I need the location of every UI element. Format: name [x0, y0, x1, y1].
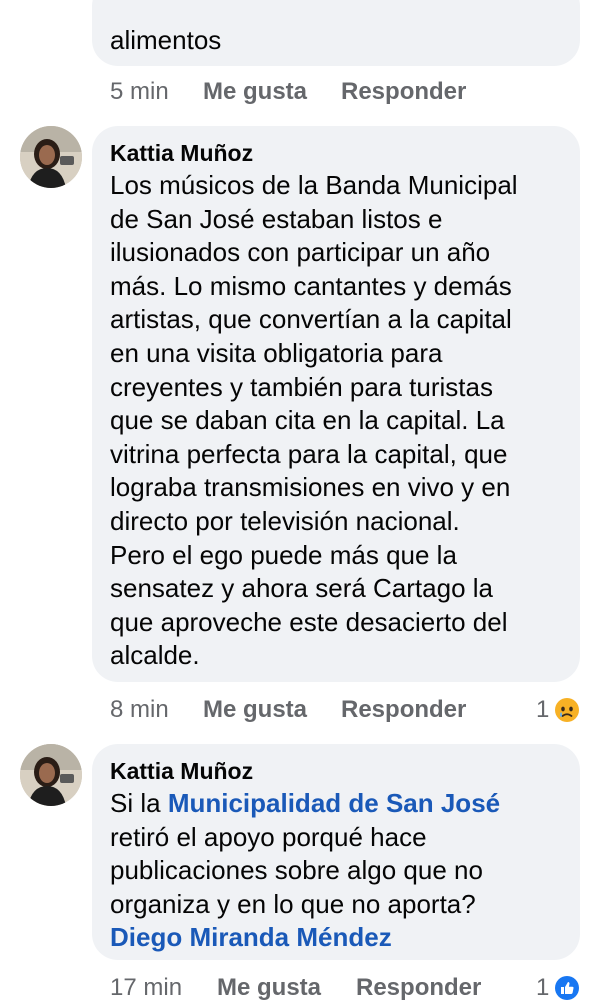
comment-text-line: que aproveche este desacierto del	[110, 606, 508, 637]
reaction-count: 1	[536, 696, 550, 723]
avatar-photo-icon	[20, 744, 82, 806]
comment-time[interactable]: 8 min	[110, 695, 169, 725]
comment-text-line: de San José estaban listos e	[110, 203, 443, 234]
reaction-summary[interactable]: 1	[536, 973, 582, 1003]
comment-time[interactable]: 17 min	[110, 973, 182, 1003]
comment-text-line: lograba transmisiones en vivo y en	[110, 472, 511, 503]
avatar[interactable]	[20, 744, 82, 806]
like-button[interactable]: Me gusta	[203, 695, 307, 725]
mention-link[interactable]: Municipalidad de San José	[168, 788, 500, 818]
like-button[interactable]: Me gusta	[217, 973, 321, 1003]
reply-button[interactable]: Responder	[341, 77, 466, 107]
reply-button[interactable]: Responder	[341, 695, 466, 725]
comment-author[interactable]: Kattia Muñoz	[110, 139, 253, 167]
comment-text: alimentos	[110, 25, 222, 55]
comment-author[interactable]: Kattia Muñoz	[110, 757, 253, 785]
comment-text-line: Pero el ego puede más que la	[110, 539, 457, 570]
comment-text-line: retiró el apoyo porqué hace	[110, 821, 427, 852]
comment-text-line: organiza y en lo que no aporta?	[110, 888, 476, 919]
like-thumb-icon	[555, 976, 579, 1000]
comment-text: Si la Municipalidad de San José retiró e…	[110, 787, 570, 955]
comment-text-line: ilusionados con participar un año	[110, 237, 491, 268]
comment-text-line: sensatez y ahora será Cartago la	[110, 573, 493, 604]
avatar-photo-icon	[20, 126, 82, 188]
avatar[interactable]	[20, 126, 82, 188]
comment-text: Los músicos de la Banda Municipal de San…	[110, 169, 570, 673]
comment-text-line: en una visita obligatoria para	[110, 337, 443, 368]
mention-link[interactable]: Diego Miranda Méndez	[110, 922, 392, 952]
comment-text-line: artistas, que convertían a la capital	[110, 304, 512, 335]
comment-text-line: vitrina perfecta para la capital, que	[110, 438, 508, 469]
comment-text-line: creyentes y también para turistas	[110, 371, 493, 402]
reaction-count: 1	[536, 974, 550, 1001]
comment-time[interactable]: 5 min	[110, 77, 169, 107]
like-button[interactable]: Me gusta	[203, 77, 307, 107]
reaction-summary[interactable]: 1	[536, 695, 582, 725]
reply-button[interactable]: Responder	[356, 973, 481, 1003]
comment-text-line: publicaciones sobre algo que no	[110, 855, 483, 886]
comment-text-prefix: Si la	[110, 788, 168, 818]
comment-text-line: directo por televisión nacional.	[110, 505, 460, 536]
sad-face-icon	[555, 698, 579, 722]
comment-text-line: Si la Municipalidad de San José	[110, 787, 570, 821]
comment-text-line: que se daban cita en la capital. La	[110, 405, 505, 436]
comment-text-line: alcalde.	[110, 640, 200, 671]
comment-text-line: Los músicos de la Banda Municipal	[110, 170, 518, 200]
comment-text-line: más. Lo mismo cantantes y demás	[110, 270, 512, 301]
comment-text-line: Diego Miranda Méndez	[110, 921, 570, 955]
